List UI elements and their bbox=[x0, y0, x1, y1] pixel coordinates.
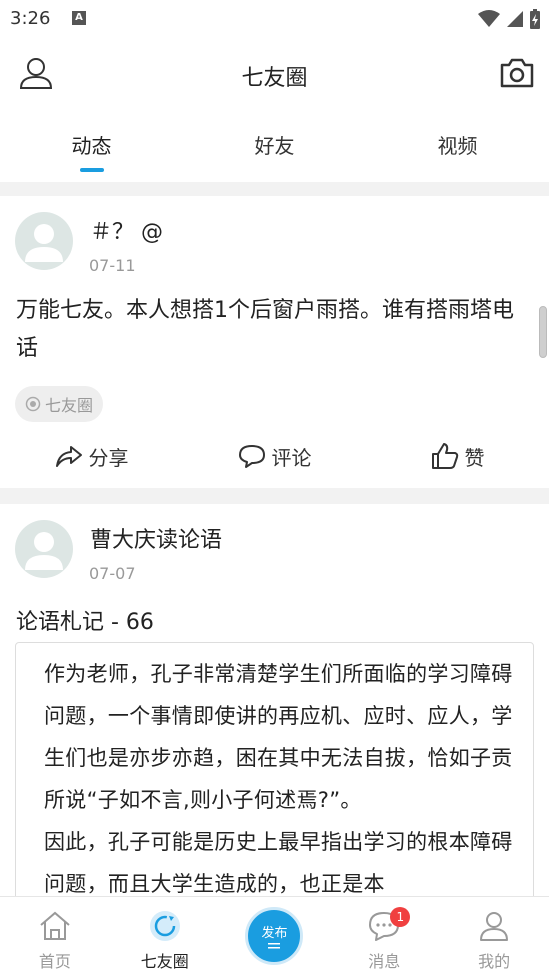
post-author[interactable]: ＃？ @ bbox=[90, 214, 163, 246]
message-badge: 1 bbox=[390, 907, 411, 927]
share-label: 分享 bbox=[88, 445, 129, 470]
post-card[interactable]: ＃？ @ 07-11 万能七友。本人想搭1个后窗户雨搭。谁有搭雨塔电话 七友圈 … bbox=[0, 196, 549, 488]
default-avatar-icon bbox=[25, 224, 63, 262]
circle-refresh-icon bbox=[149, 911, 180, 941]
status-time: 3:26 bbox=[10, 8, 51, 29]
nav-publish[interactable]: 发布 bbox=[220, 897, 330, 976]
publish-label: 发布 bbox=[261, 925, 288, 941]
like-button[interactable]: 赞 bbox=[366, 442, 549, 471]
post-date: 07-07 bbox=[89, 564, 136, 583]
profile-icon bbox=[480, 912, 509, 941]
tab-label: 动态 bbox=[71, 134, 112, 158]
share-button[interactable]: 分享 bbox=[0, 442, 183, 471]
tab-dynamics[interactable]: 动态 bbox=[0, 110, 183, 182]
target-icon bbox=[25, 396, 41, 412]
scrollbar[interactable] bbox=[539, 306, 547, 358]
post-actions: 分享 评论 赞 bbox=[0, 436, 549, 476]
circle-tag-label: 七友圈 bbox=[45, 396, 94, 415]
nav-label: 消息 bbox=[368, 952, 401, 971]
publish-icon bbox=[268, 942, 281, 948]
thumbs-up-icon bbox=[431, 443, 458, 469]
publish-button[interactable]: 发布 bbox=[245, 907, 304, 965]
nav-messages[interactable]: 1 消息 bbox=[329, 897, 439, 976]
tab-friends[interactable]: 好友 bbox=[183, 110, 366, 182]
tab-indicator bbox=[79, 168, 104, 172]
notification-a-icon: A bbox=[72, 11, 86, 25]
tab-videos[interactable]: 视频 bbox=[366, 110, 549, 182]
signal-icon bbox=[507, 11, 523, 27]
status-bar: 3:26 A bbox=[0, 0, 549, 40]
post-date: 07-11 bbox=[89, 256, 136, 275]
article-preview[interactable]: 作为老师，孔子非常清楚学生们所面临的学习障碍问题，一个事情即使讲的再应机、应时、… bbox=[15, 642, 534, 896]
share-icon bbox=[55, 446, 82, 467]
post-author[interactable]: 曹大庆读论语 bbox=[90, 522, 222, 554]
status-icons bbox=[477, 8, 541, 30]
battery-icon bbox=[530, 9, 540, 29]
like-label: 赞 bbox=[464, 445, 485, 470]
nav-circle[interactable]: 七友圈 bbox=[110, 897, 220, 976]
wifi-icon bbox=[478, 10, 500, 27]
bottom-nav: 首页 七友圈 发布 1 消息 我的 bbox=[0, 896, 549, 976]
avatar[interactable] bbox=[15, 212, 73, 270]
nav-label: 七友圈 bbox=[140, 952, 189, 971]
comment-label: 评论 bbox=[271, 445, 312, 470]
circle-tag[interactable]: 七友圈 bbox=[15, 386, 104, 422]
comment-button[interactable]: 评论 bbox=[183, 442, 366, 471]
home-icon bbox=[40, 911, 70, 940]
camera-icon[interactable] bbox=[499, 57, 535, 89]
top-header: 七友圈 bbox=[0, 40, 549, 110]
post-card[interactable]: 曹大庆读论语 07-07 论语札记 - 66 作为老师，孔子非常清楚学生们所面临… bbox=[0, 504, 549, 896]
article-body: 作为老师，孔子非常清楚学生们所面临的学习障碍问题，一个事情即使讲的再应机、应时、… bbox=[44, 662, 513, 896]
tab-label: 好友 bbox=[254, 134, 295, 158]
avatar[interactable] bbox=[15, 520, 73, 578]
page-title: 七友圈 bbox=[241, 66, 308, 91]
default-avatar-icon bbox=[25, 532, 63, 570]
nav-label: 我的 bbox=[478, 952, 511, 971]
feed[interactable]: ＃？ @ 07-11 万能七友。本人想搭1个后窗户雨搭。谁有搭雨塔电话 七友圈 … bbox=[0, 196, 549, 896]
nav-home[interactable]: 首页 bbox=[0, 897, 110, 976]
tab-bar: 动态 好友 视频 bbox=[0, 110, 549, 182]
nav-profile[interactable]: 我的 bbox=[439, 897, 549, 976]
comment-icon bbox=[238, 445, 265, 468]
post-text[interactable]: 万能七友。本人想搭1个后窗户雨搭。谁有搭雨塔电话 bbox=[16, 292, 531, 368]
tab-label: 视频 bbox=[437, 134, 478, 158]
post-title[interactable]: 论语札记 - 66 bbox=[16, 604, 154, 636]
nav-label: 首页 bbox=[38, 952, 71, 971]
